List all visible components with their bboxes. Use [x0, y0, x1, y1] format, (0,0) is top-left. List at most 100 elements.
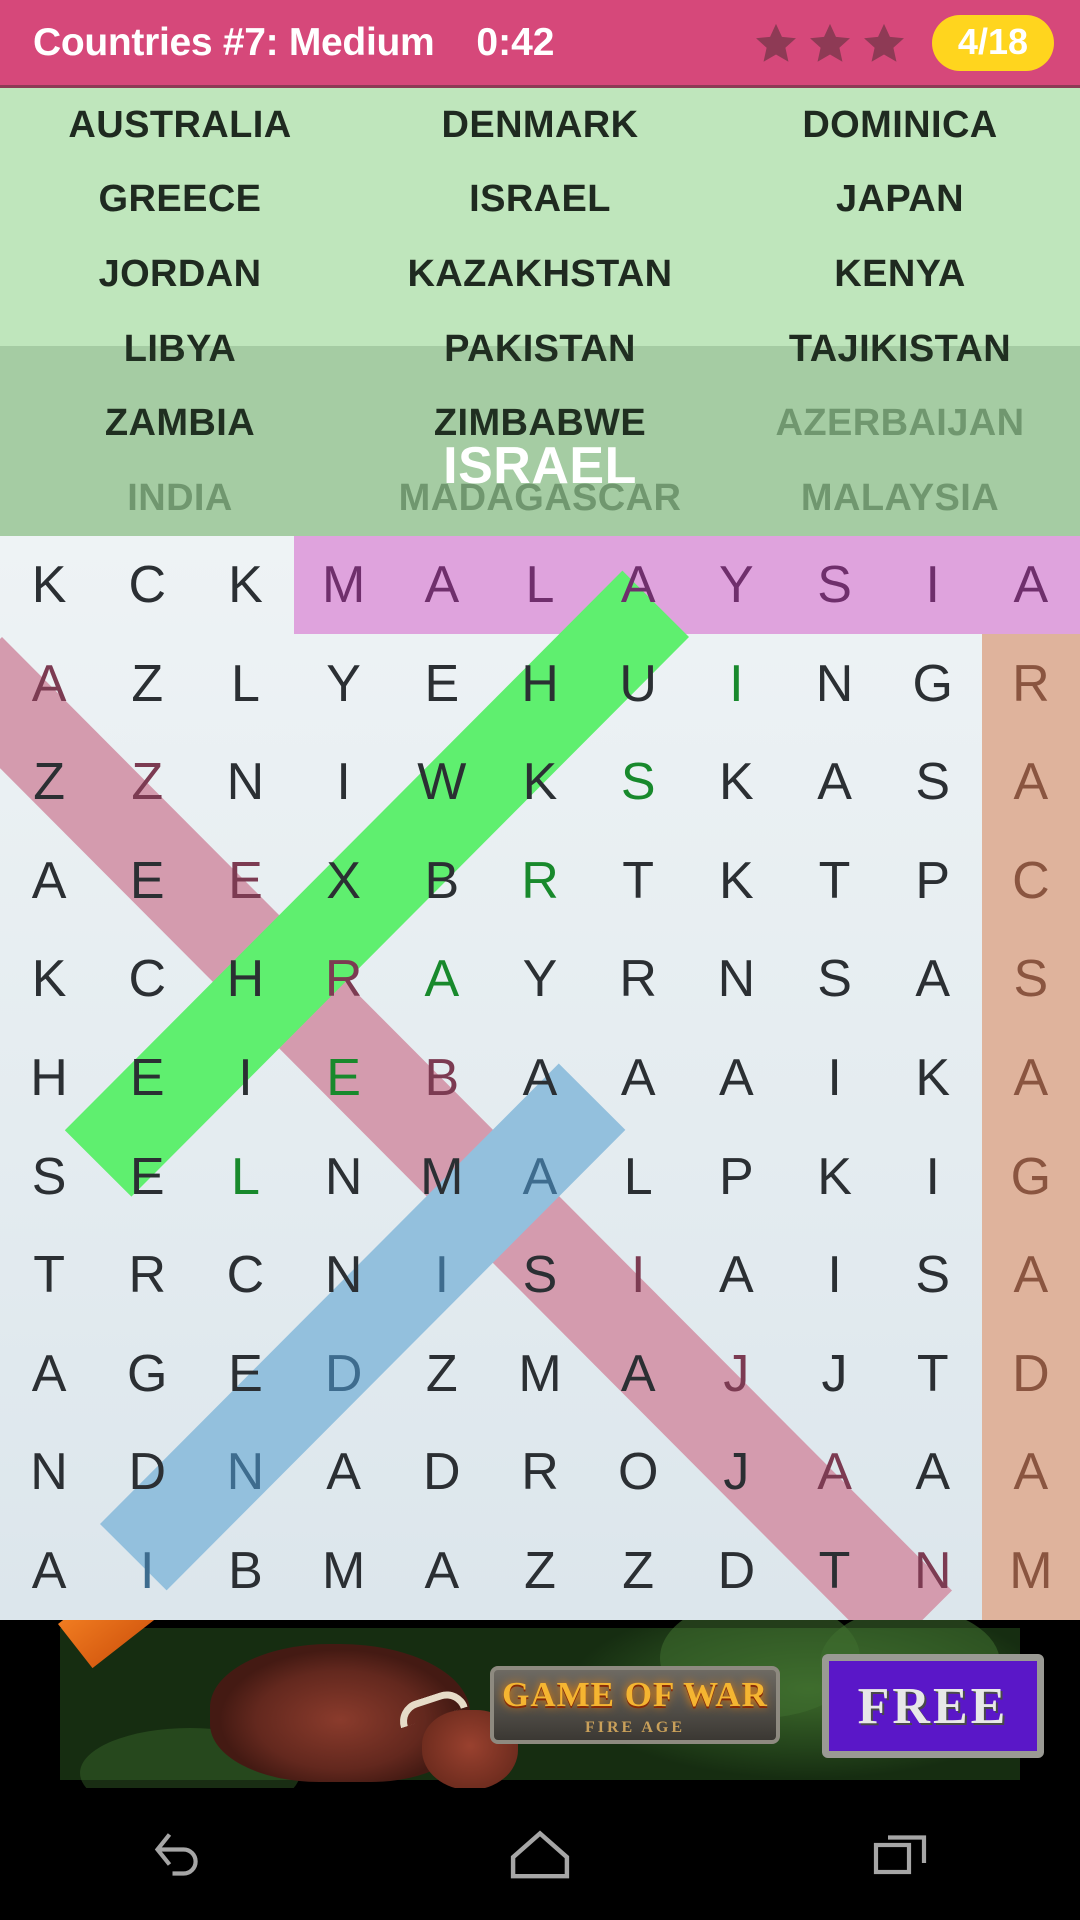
grid-cell[interactable]: E	[98, 1029, 196, 1128]
grid-cell[interactable]: D	[982, 1324, 1080, 1423]
grid-cell[interactable]: X	[295, 832, 393, 931]
grid-cell[interactable]: A	[295, 1423, 393, 1522]
grid-cell[interactable]: A	[0, 832, 98, 931]
grid-cell[interactable]: Z	[98, 733, 196, 832]
grid-cell[interactable]: A	[884, 930, 982, 1029]
grid-cell[interactable]: Z	[393, 1324, 491, 1423]
grid-cell[interactable]: K	[196, 536, 294, 635]
ad-free-button[interactable]: FREE	[822, 1654, 1044, 1758]
grid-cell[interactable]: G	[884, 635, 982, 734]
grid-cell[interactable]: J	[687, 1324, 785, 1423]
grid-cell[interactable]: A	[0, 1324, 98, 1423]
grid-cell[interactable]: M	[491, 1324, 589, 1423]
grid-cell[interactable]: N	[196, 1423, 294, 1522]
grid-cell[interactable]: S	[884, 733, 982, 832]
grid-cell[interactable]: N	[196, 733, 294, 832]
grid-cell[interactable]: A	[982, 1029, 1080, 1128]
grid-cell[interactable]: S	[785, 536, 883, 635]
grid-cell[interactable]: S	[785, 930, 883, 1029]
grid-cell[interactable]: M	[393, 1127, 491, 1226]
grid-cell[interactable]: W	[393, 733, 491, 832]
grid-cell[interactable]: H	[0, 1029, 98, 1128]
grid-cell[interactable]: B	[393, 832, 491, 931]
grid-cell[interactable]: T	[785, 1521, 883, 1620]
grid-cell[interactable]: K	[884, 1029, 982, 1128]
grid-cell[interactable]: R	[491, 832, 589, 931]
grid-cell[interactable]: N	[295, 1226, 393, 1325]
grid-cell[interactable]: S	[491, 1226, 589, 1325]
grid-cell[interactable]: M	[295, 536, 393, 635]
grid-cell[interactable]: I	[98, 1521, 196, 1620]
grid-cell[interactable]: I	[295, 733, 393, 832]
grid-cell[interactable]: O	[589, 1423, 687, 1522]
grid-cell[interactable]: D	[98, 1423, 196, 1522]
grid-cell[interactable]: A	[589, 536, 687, 635]
grid-cell[interactable]: I	[785, 1226, 883, 1325]
grid-cell[interactable]: Z	[98, 635, 196, 734]
grid-cell[interactable]: S	[0, 1127, 98, 1226]
grid-cell[interactable]: Y	[687, 536, 785, 635]
grid-cell[interactable]: G	[982, 1127, 1080, 1226]
grid-cell[interactable]: Y	[491, 930, 589, 1029]
grid-cell[interactable]: I	[196, 1029, 294, 1128]
grid-cell[interactable]: K	[491, 733, 589, 832]
grid-cell[interactable]: N	[687, 930, 785, 1029]
grid-cell[interactable]: M	[295, 1521, 393, 1620]
grid-cell[interactable]: G	[98, 1324, 196, 1423]
grid-cell[interactable]: L	[196, 635, 294, 734]
recents-button[interactable]	[830, 1788, 970, 1920]
grid-cell[interactable]: M	[982, 1521, 1080, 1620]
grid-cell[interactable]: A	[982, 733, 1080, 832]
grid-cell[interactable]: B	[393, 1029, 491, 1128]
grid-cell[interactable]: E	[98, 1127, 196, 1226]
grid-cell[interactable]: E	[393, 635, 491, 734]
grid-cell[interactable]: A	[687, 1029, 785, 1128]
grid-cell[interactable]: U	[589, 635, 687, 734]
grid-cell[interactable]: I	[884, 1127, 982, 1226]
grid-cell[interactable]: R	[98, 1226, 196, 1325]
grid-cell[interactable]: C	[982, 832, 1080, 931]
grid-cell[interactable]: Y	[295, 635, 393, 734]
grid-cell[interactable]: I	[687, 635, 785, 734]
grid-cell[interactable]: B	[196, 1521, 294, 1620]
grid-cell[interactable]: T	[589, 832, 687, 931]
grid-cell[interactable]: A	[393, 930, 491, 1029]
grid-cell[interactable]: S	[884, 1226, 982, 1325]
grid-cell[interactable]: A	[491, 1127, 589, 1226]
grid-cell[interactable]: L	[491, 536, 589, 635]
grid-cell[interactable]: T	[0, 1226, 98, 1325]
grid-cell[interactable]: N	[884, 1521, 982, 1620]
grid-cell[interactable]: A	[982, 536, 1080, 635]
grid-cell[interactable]: J	[687, 1423, 785, 1522]
grid-cell[interactable]: A	[589, 1029, 687, 1128]
grid-cell[interactable]: E	[295, 1029, 393, 1128]
grid-cell[interactable]: D	[295, 1324, 393, 1423]
grid-cell[interactable]: A	[982, 1226, 1080, 1325]
puzzle-board[interactable]: KCKMALAYSIAAZLYEHUINGRZZNIWKSKASAAEEXBRT…	[0, 536, 1080, 1620]
grid-cell[interactable]: A	[589, 1324, 687, 1423]
grid-cell[interactable]: A	[982, 1423, 1080, 1522]
grid-cell[interactable]: E	[196, 1324, 294, 1423]
grid-cell[interactable]: D	[393, 1423, 491, 1522]
grid-cell[interactable]: S	[589, 733, 687, 832]
grid-cell[interactable]: P	[687, 1127, 785, 1226]
grid-cell[interactable]: H	[491, 635, 589, 734]
grid-cell[interactable]: A	[393, 1521, 491, 1620]
grid-cell[interactable]: R	[982, 635, 1080, 734]
grid-cell[interactable]: R	[589, 930, 687, 1029]
grid-cell[interactable]: Z	[491, 1521, 589, 1620]
grid-cell[interactable]: N	[295, 1127, 393, 1226]
grid-cell[interactable]: A	[785, 733, 883, 832]
grid-cell[interactable]: H	[196, 930, 294, 1029]
grid-cell[interactable]: A	[884, 1423, 982, 1522]
grid-cell[interactable]: K	[687, 832, 785, 931]
grid-cell[interactable]: K	[687, 733, 785, 832]
grid-cell[interactable]: Z	[589, 1521, 687, 1620]
grid-cell[interactable]: I	[785, 1029, 883, 1128]
grid-cell[interactable]: E	[98, 832, 196, 931]
grid-cell[interactable]: C	[98, 536, 196, 635]
grid-cell[interactable]: L	[589, 1127, 687, 1226]
back-button[interactable]	[110, 1788, 250, 1920]
grid-cell[interactable]: N	[785, 635, 883, 734]
grid-cell[interactable]: R	[295, 930, 393, 1029]
